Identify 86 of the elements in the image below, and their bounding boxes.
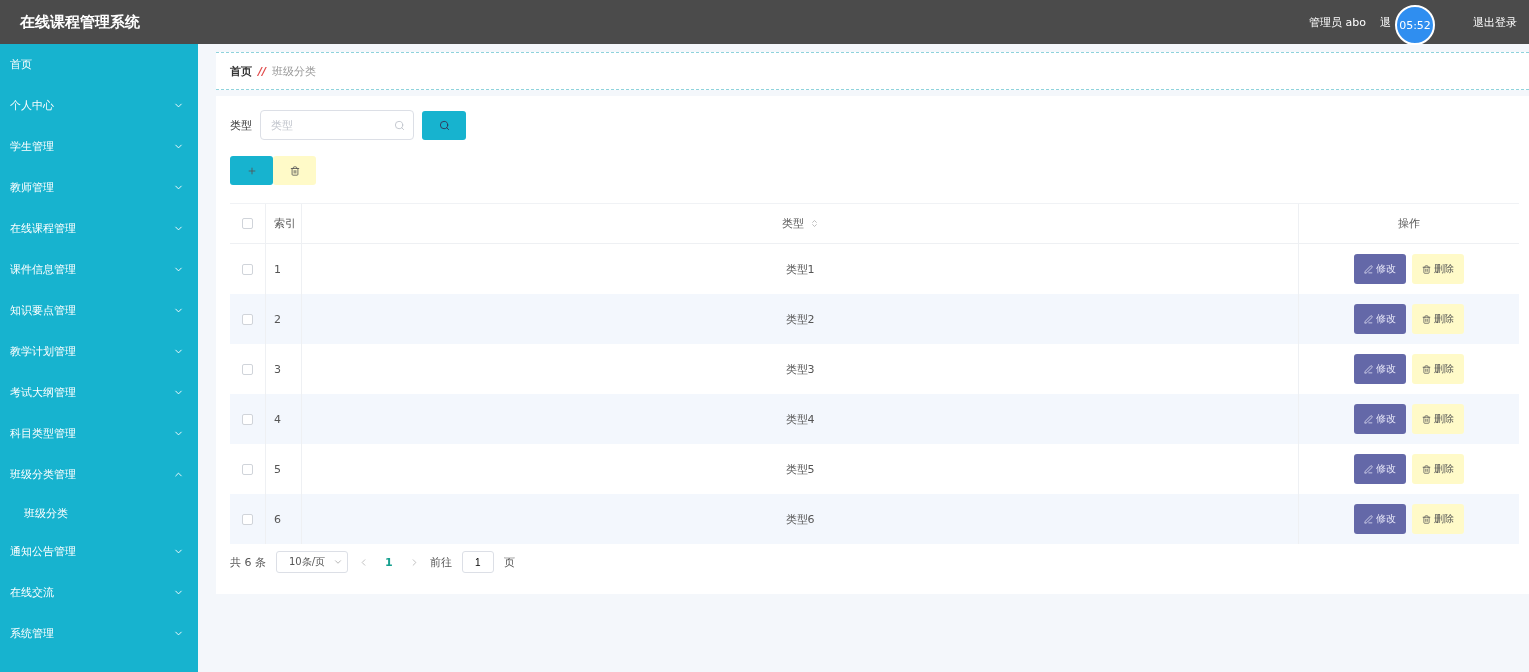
edit-button[interactable]: 修改 <box>1354 504 1406 534</box>
sidebar-item[interactable]: 在线课程管理 <box>0 208 198 249</box>
breadcrumb-home[interactable]: 首页 <box>230 63 252 79</box>
sidebar-item[interactable]: 个人中心 <box>0 85 198 126</box>
trash-icon <box>289 165 300 176</box>
table-cell: 类型2 <box>785 311 815 327</box>
delete-button[interactable]: 删除 <box>1412 354 1464 384</box>
table-cell: 3 <box>274 362 281 376</box>
row-checkbox[interactable] <box>242 263 253 275</box>
row-checkbox[interactable] <box>242 413 253 425</box>
sidebar-item[interactable]: 科目类型管理 <box>0 413 198 454</box>
table-cell: 4 <box>274 412 281 426</box>
delete-button[interactable]: 删除 <box>1412 504 1464 534</box>
pen-icon <box>1364 264 1373 274</box>
breadcrumb-current: 班级分类 <box>272 63 317 79</box>
pen-icon <box>1364 364 1373 374</box>
logout-link[interactable]: 退出登录 <box>1473 14 1517 30</box>
row-checkbox[interactable] <box>242 463 253 475</box>
sidebar-item[interactable]: 学生管理 <box>0 126 198 167</box>
search-label: 类型 <box>230 117 252 133</box>
sidebar-item[interactable]: 知识要点管理 <box>0 290 198 331</box>
trash-icon <box>1422 314 1431 324</box>
edit-button[interactable]: 修改 <box>1354 454 1406 484</box>
trash-icon <box>1422 414 1431 424</box>
pen-icon <box>1364 314 1373 324</box>
column-header: 索引 <box>274 216 296 231</box>
timer-badge: 05:52 <box>1395 5 1435 45</box>
app-title: 在线课程管理系统 <box>20 12 141 32</box>
pen-icon <box>1364 514 1373 524</box>
row-checkbox[interactable] <box>242 363 253 375</box>
table-cell: 5 <box>274 462 281 476</box>
edit-button[interactable]: 修改 <box>1354 254 1406 284</box>
page-number[interactable]: 1 <box>379 555 399 569</box>
sidebar-item[interactable]: 首页 <box>0 44 198 85</box>
table-cell: 6 <box>274 512 281 526</box>
sidebar-item[interactable]: 班级分类管理 <box>0 454 198 495</box>
trash-icon <box>1422 364 1431 374</box>
goto-label: 前往 <box>429 554 452 570</box>
table-cell: 2 <box>274 312 281 326</box>
sidebar-item[interactable]: 教师管理 <box>0 167 198 208</box>
page-unit: 页 <box>503 554 515 570</box>
column-header: 操作 <box>1398 216 1420 231</box>
search-icon <box>438 119 450 131</box>
edit-button[interactable]: 修改 <box>1354 404 1406 434</box>
sidebar-item[interactable]: 系统管理 <box>0 613 198 654</box>
page-size-select[interactable]: 10条/页 <box>276 551 348 573</box>
select-all-checkbox[interactable] <box>242 218 253 229</box>
sidebar-item[interactable]: 课件信息管理 <box>0 249 198 290</box>
delete-button[interactable]: 删除 <box>1412 454 1464 484</box>
edit-button[interactable]: 修改 <box>1354 354 1406 384</box>
sidebar-subitem[interactable]: 班级分类 <box>0 495 198 531</box>
edit-button[interactable]: 修改 <box>1354 304 1406 334</box>
table-cell: 类型5 <box>785 461 815 477</box>
delete-button[interactable] <box>273 156 316 185</box>
trash-icon <box>1422 264 1431 274</box>
chevron-down-icon <box>333 557 343 567</box>
header-link[interactable]: 退 <box>1380 14 1391 30</box>
pen-icon <box>1364 464 1373 474</box>
table-cell: 1 <box>274 262 281 276</box>
delete-button[interactable]: 删除 <box>1412 404 1464 434</box>
plus-icon <box>246 165 257 176</box>
table-cell: 类型3 <box>785 361 815 377</box>
breadcrumb-separator: // <box>258 64 267 78</box>
page-input[interactable]: 1 <box>461 551 494 573</box>
sidebar-item[interactable]: 教学计划管理 <box>0 331 198 372</box>
sidebar-item[interactable]: 在线交流 <box>0 572 198 613</box>
delete-button[interactable]: 删除 <box>1412 254 1464 284</box>
table-cell: 类型6 <box>785 511 815 527</box>
add-button[interactable] <box>230 156 273 185</box>
sidebar-item[interactable]: 考试大纲管理 <box>0 372 198 413</box>
search-button[interactable] <box>422 110 466 140</box>
sidebar-item[interactable]: 通知公告管理 <box>0 531 198 572</box>
column-header: 类型 <box>781 216 804 231</box>
total-count: 共 6 条 <box>230 554 266 570</box>
sort-icon <box>809 219 819 228</box>
delete-button[interactable]: 删除 <box>1412 304 1464 334</box>
search-field[interactable]: 类型 <box>260 110 414 140</box>
table-cell: 类型4 <box>785 411 815 427</box>
row-checkbox[interactable] <box>242 313 253 325</box>
trash-icon <box>1422 464 1431 474</box>
user-name: 管理员 abo <box>1309 14 1366 30</box>
search-icon <box>394 119 405 131</box>
table-cell: 类型1 <box>785 261 815 277</box>
pen-icon <box>1364 414 1373 424</box>
trash-icon <box>1422 514 1431 524</box>
row-checkbox[interactable] <box>242 513 253 525</box>
